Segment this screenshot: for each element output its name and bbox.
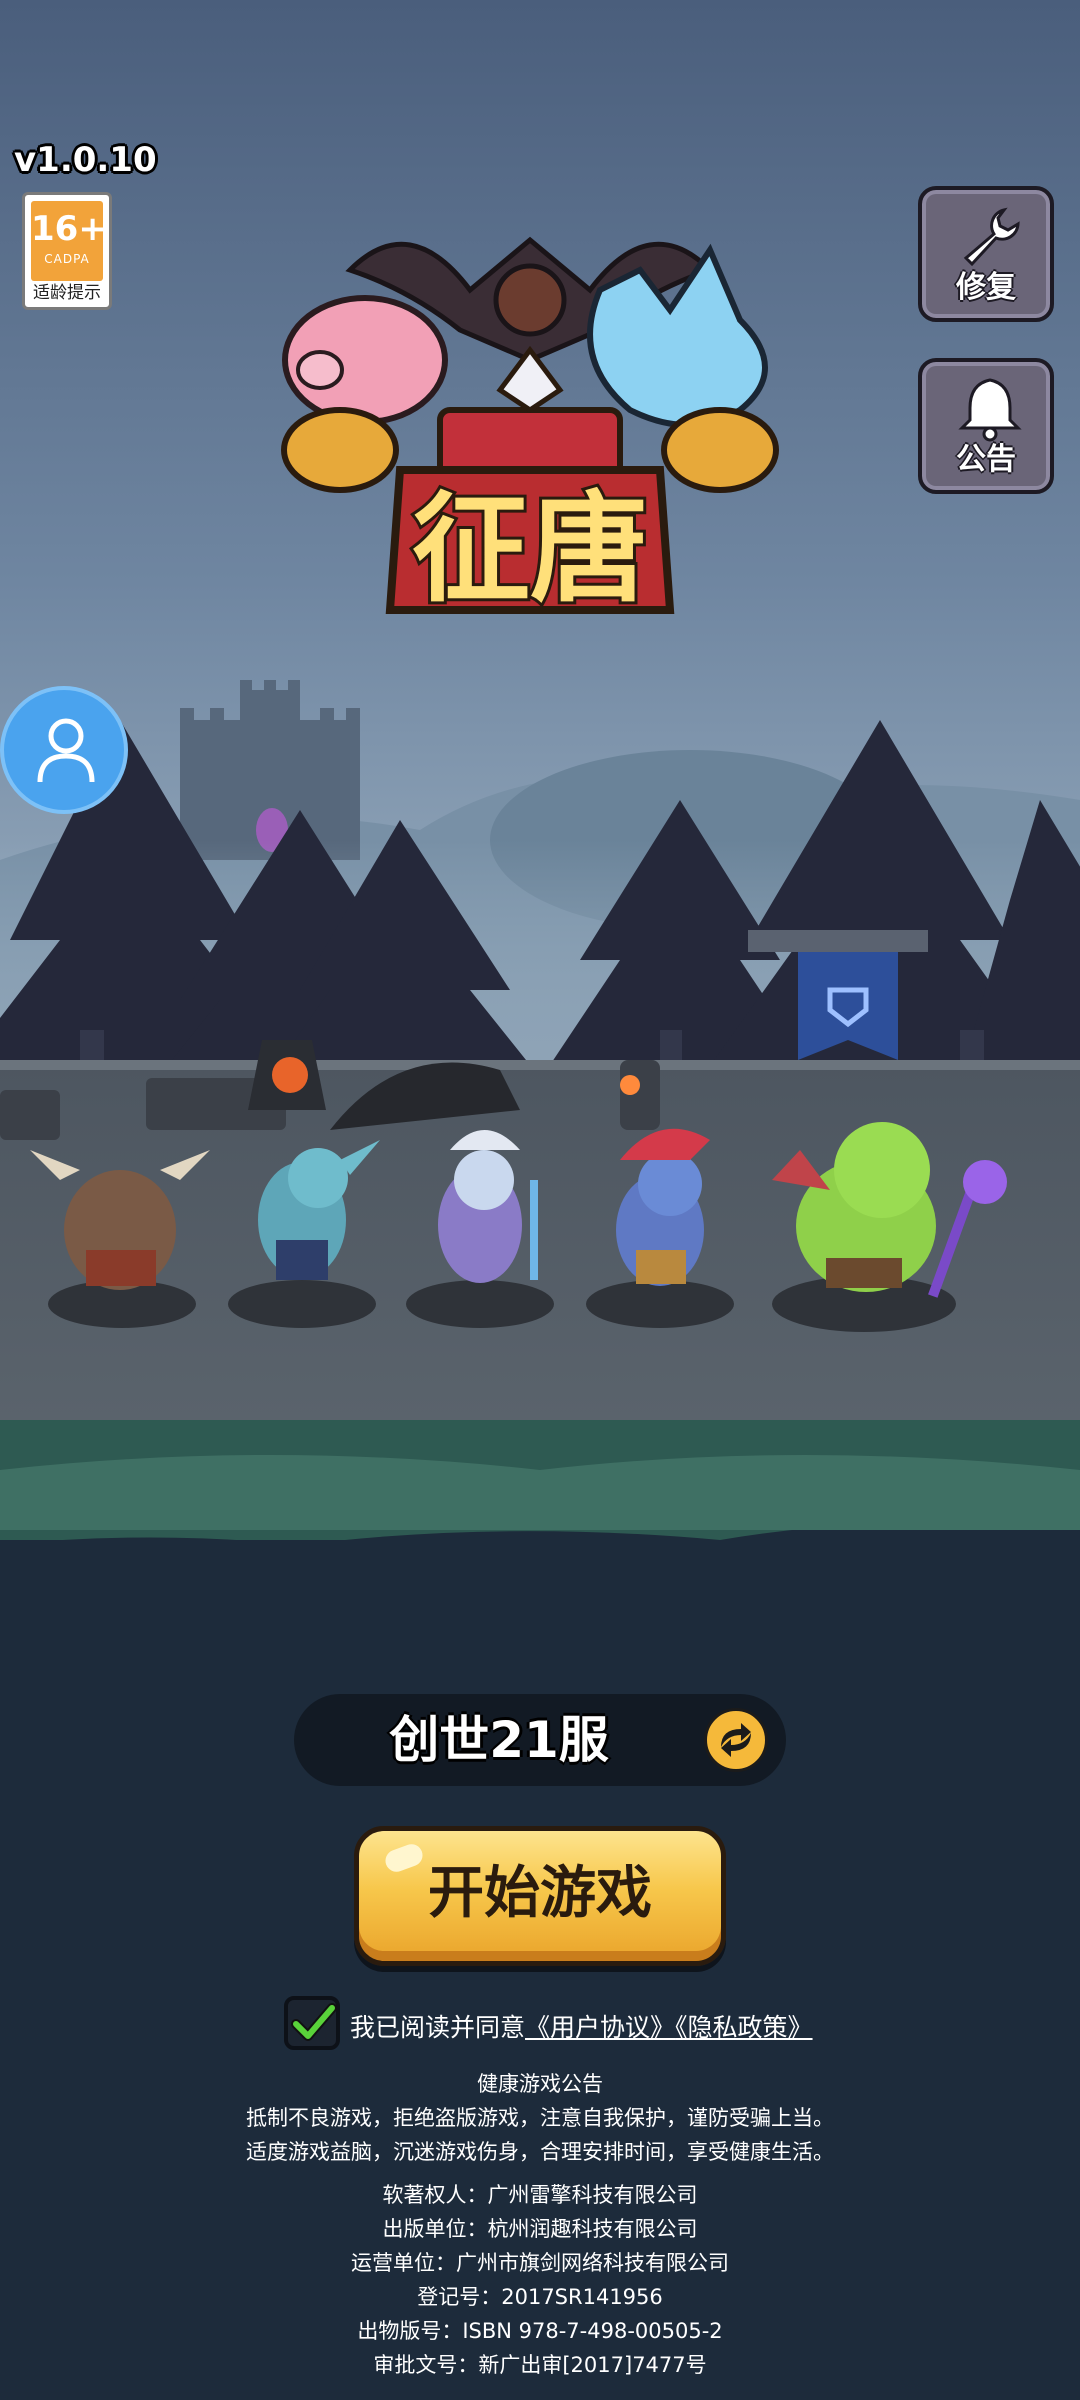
copyright-holder: 软著权人：广州雷擎科技有限公司 — [382, 2183, 698, 2207]
account-button[interactable] — [0, 686, 128, 814]
age-rating-number: 16+ — [31, 209, 107, 249]
isbn-number: 出物版号：ISBN 978-7-498-00505-2 — [357, 2319, 723, 2343]
age-rating-tip: 适龄提示 — [33, 283, 101, 303]
game-title: 征唐 — [412, 480, 648, 618]
switch-server-button[interactable] — [704, 1708, 768, 1772]
privacy-policy-link[interactable]: 《隐私政策》 — [675, 2013, 813, 2042]
server-selector[interactable]: 创世21服 — [294, 1694, 786, 1786]
credits: 软著权人：广州雷擎科技有限公司 出版单位：杭州润趣科技有限公司 运营单位：广州市… — [0, 2178, 1080, 2382]
server-name: 创世21服 — [389, 1711, 609, 1769]
agreement-text: 我已阅读并同意《用户协议》《隐私政策》 — [350, 2008, 813, 2044]
user-icon — [37, 718, 95, 783]
repair-label: 修复 — [956, 270, 1016, 305]
notice-label: 公告 — [956, 442, 1016, 477]
agreement-prefix: 我已阅读并同意 — [350, 2013, 526, 2042]
swap-arrows-icon — [721, 1723, 751, 1757]
health-notice-line-1: 抵制不良游戏，拒绝盗版游戏，注意自我保护，谨防受骗上当。 — [246, 2106, 834, 2130]
user-agreement-link[interactable]: 《用户协议》 — [525, 2013, 675, 2042]
repair-button[interactable]: 修复 — [918, 186, 1054, 322]
notice-button[interactable]: 公告 — [918, 358, 1054, 494]
age-rating-org: CADPA — [44, 252, 90, 266]
checkmark-icon — [291, 2003, 337, 2041]
health-notice: 健康游戏公告 抵制不良游戏，拒绝盗版游戏，注意自我保护，谨防受骗上当。 适度游戏… — [0, 2067, 1080, 2169]
bell-icon — [958, 378, 1022, 442]
approval-number: 审批文号：新广出审[2017]7477号 — [373, 2353, 707, 2377]
health-notice-line-2: 适度游戏益脑，沉迷游戏伤身，合理安排时间，享受健康生活。 — [246, 2140, 834, 2164]
agreement-checkbox[interactable] — [284, 1996, 340, 2050]
version-label: v1.0.10 — [14, 140, 157, 180]
age-rating-badge[interactable]: 16+ CADPA 适龄提示 — [22, 192, 112, 310]
game-logo: 征唐 — [281, 236, 779, 621]
registration-number: 登记号：2017SR141956 — [417, 2285, 663, 2309]
start-game-label: 开始游戏 — [428, 1861, 652, 1926]
health-notice-title: 健康游戏公告 — [477, 2072, 603, 2096]
wrench-icon — [963, 207, 1020, 267]
start-game-button[interactable]: 开始游戏 — [354, 1826, 726, 1966]
operator: 运营单位：广州市旗剑网络科技有限公司 — [351, 2251, 729, 2275]
publisher: 出版单位：杭州润趣科技有限公司 — [382, 2217, 698, 2241]
